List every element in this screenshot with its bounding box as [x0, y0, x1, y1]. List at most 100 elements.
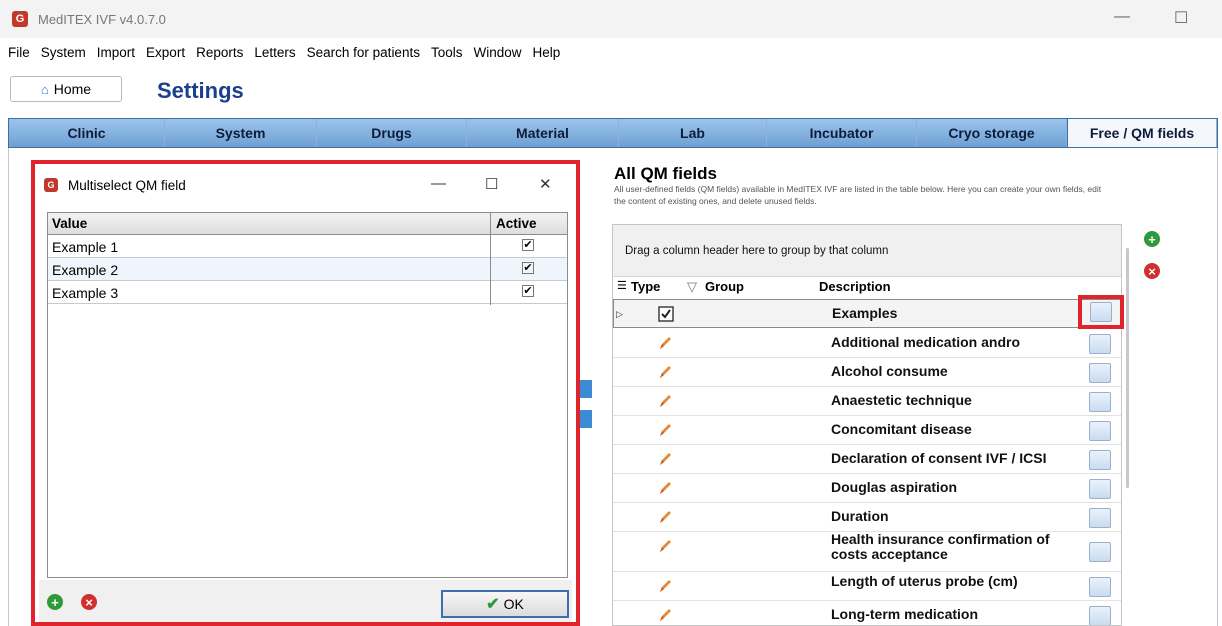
menu-tools[interactable]: Tools — [431, 45, 463, 60]
text-edit-type-icon — [660, 511, 671, 523]
ok-button[interactable]: ✔ OK — [441, 590, 569, 618]
active-checkbox[interactable]: ✔ — [522, 262, 534, 274]
table-row[interactable]: Long-term medication — [613, 601, 1121, 625]
add-value-button[interactable]: + — [47, 594, 63, 610]
table-row[interactable]: Anaestetic technique — [613, 387, 1121, 416]
menu-export[interactable]: Export — [146, 45, 185, 60]
text-edit-type-icon — [660, 580, 671, 592]
home-icon: ⌂ — [40, 81, 49, 97]
edit-row-button[interactable] — [1089, 508, 1111, 528]
delete-value-button[interactable]: × — [81, 594, 97, 610]
page-title: Settings — [157, 78, 244, 103]
checkbox-type-icon — [658, 306, 674, 322]
maximize-button[interactable]: ☐ — [1174, 8, 1188, 28]
filter-icon[interactable]: ▽ — [687, 279, 697, 295]
tab-incubator[interactable]: Incubator — [767, 119, 917, 147]
table-row[interactable]: Concomitant disease — [613, 416, 1121, 445]
row-description: Alcohol consume — [831, 363, 948, 379]
menu-reports[interactable]: Reports — [196, 45, 243, 60]
dialog-app-icon: G — [44, 178, 58, 192]
tab-system[interactable]: System — [165, 119, 317, 147]
dialog-footer: + × ✔ OK — [39, 580, 572, 622]
table-row[interactable]: Health insurance confirmation of costs a… — [613, 531, 1121, 572]
column-active[interactable]: Active — [496, 216, 537, 231]
dialog-title-bar: G Multiselect QM field — ☐ ✕ — [39, 168, 572, 202]
row-value: Example 3 — [52, 285, 119, 301]
home-button[interactable]: ⌂ Home — [10, 76, 122, 102]
delete-qm-field-button[interactable]: × — [1144, 263, 1160, 279]
row-description: Long-term medication — [831, 606, 979, 622]
tab-lab[interactable]: Lab — [619, 119, 767, 147]
row-description: Anaestetic technique — [831, 392, 972, 408]
edit-row-button[interactable] — [1089, 577, 1111, 597]
edit-row-button[interactable] — [1089, 392, 1111, 412]
column-chooser-icon[interactable]: ☰ — [617, 279, 627, 292]
menu-system[interactable]: System — [41, 45, 86, 60]
edit-row-button[interactable] — [1089, 479, 1111, 499]
row-description: Duration — [831, 508, 889, 524]
text-edit-type-icon — [660, 540, 671, 552]
text-edit-type-icon — [660, 424, 671, 436]
qm-fields-description: All user-defined fields (QM fields) avai… — [614, 184, 1102, 206]
edit-row-button[interactable] — [1089, 334, 1111, 354]
table-row[interactable]: Douglas aspiration — [613, 474, 1121, 503]
add-qm-field-button[interactable]: + — [1144, 231, 1160, 247]
row-description: Length of uterus probe (cm) — [831, 573, 1018, 589]
column-type[interactable]: Type — [631, 279, 660, 294]
edit-row-button[interactable] — [1089, 450, 1111, 470]
text-edit-type-icon — [660, 482, 671, 494]
table-row[interactable]: Additional medication andro — [613, 329, 1121, 358]
row-description: Concomitant disease — [831, 421, 972, 437]
menu-help[interactable]: Help — [533, 45, 561, 60]
multiselect-dialog: G Multiselect QM field — ☐ ✕ Value Activ… — [31, 160, 580, 626]
column-value[interactable]: Value — [52, 216, 87, 231]
grid-scrollbar[interactable] — [1126, 248, 1129, 488]
row-description: Health insurance confirmation of costs a… — [831, 531, 1050, 562]
tab-cryo-storage[interactable]: Cryo storage — [917, 119, 1067, 147]
edit-row-button[interactable] — [1089, 542, 1111, 562]
column-group[interactable]: Group — [705, 279, 744, 294]
active-checkbox[interactable]: ✔ — [522, 285, 534, 297]
table-row[interactable]: Length of uterus probe (cm) — [613, 572, 1121, 601]
edit-icon — [1090, 302, 1112, 322]
home-button-label: Home — [53, 81, 92, 97]
text-edit-type-icon — [660, 395, 671, 407]
minimize-button[interactable]: — — [1114, 8, 1130, 26]
menu-file[interactable]: File — [8, 45, 30, 60]
row-value: Example 2 — [52, 262, 119, 278]
menu-window[interactable]: Window — [473, 45, 521, 60]
edit-row-button[interactable] — [1089, 421, 1111, 441]
tab-clinic[interactable]: Clinic — [9, 119, 165, 147]
table-row[interactable]: ▷ Examples — [613, 299, 1121, 328]
tab-free-qm-fields[interactable]: Free / QM fields — [1067, 119, 1217, 147]
values-table: Value Active Example 1 ✔ Example 2 ✔ Exa… — [47, 212, 568, 578]
tab-drugs[interactable]: Drugs — [317, 119, 467, 147]
active-checkbox[interactable]: ✔ — [522, 239, 534, 251]
table-row[interactable]: Alcohol consume — [613, 358, 1121, 387]
tab-material[interactable]: Material — [467, 119, 619, 147]
grid-header: ☰ Type ▽ Group Description — [613, 277, 1121, 297]
checkmark-icon: ✔ — [486, 596, 500, 613]
dialog-maximize-button[interactable]: ☐ — [485, 175, 498, 193]
ok-button-label: OK — [503, 596, 524, 612]
group-by-hint: Drag a column header here to group by th… — [613, 225, 1121, 277]
table-row[interactable]: Declaration of consent IVF / ICSI — [613, 445, 1121, 474]
menu-letters[interactable]: Letters — [254, 45, 295, 60]
text-edit-type-icon — [660, 453, 671, 465]
edit-row-button[interactable] — [1089, 363, 1111, 383]
dialog-close-button[interactable]: ✕ — [539, 175, 552, 193]
app-icon: G — [12, 11, 28, 27]
column-divider — [490, 213, 491, 305]
menu-search-for-patients[interactable]: Search for patients — [307, 45, 420, 60]
dialog-minimize-button[interactable]: — — [431, 175, 446, 192]
text-edit-type-icon — [660, 609, 671, 621]
table-row[interactable]: Duration — [613, 503, 1121, 532]
row-description: Additional medication andro — [831, 334, 1021, 350]
highlighted-edit-button[interactable] — [1078, 295, 1124, 329]
column-description[interactable]: Description — [819, 279, 891, 294]
menu-import[interactable]: Import — [97, 45, 135, 60]
text-edit-type-icon — [660, 337, 671, 349]
current-row-indicator-icon: ▷ — [616, 309, 623, 319]
edit-row-button[interactable] — [1089, 606, 1111, 625]
row-description: Douglas aspiration — [831, 479, 958, 495]
